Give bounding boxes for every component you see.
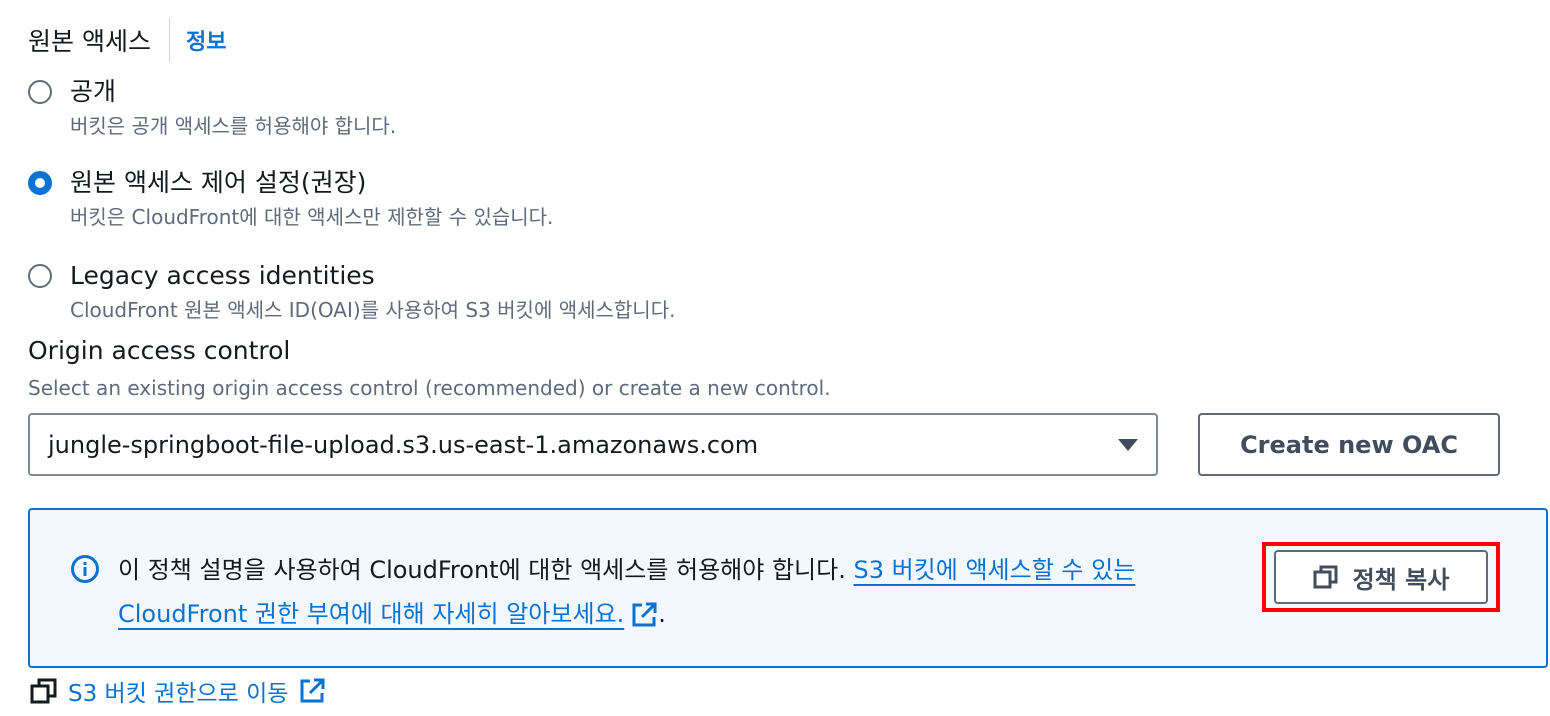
radio-button-legacy[interactable]	[28, 264, 52, 288]
radio-button-public[interactable]	[28, 80, 52, 104]
alert-trailing: .	[658, 600, 666, 628]
radio-description-oac: 버킷은 CloudFront에 대한 액세스만 제한할 수 있습니다.	[70, 205, 554, 229]
copy-icon	[30, 678, 57, 704]
origin-access-panel: 원본 액세스 정보 공개 버킷은 공개 액세스를 허용해야 합니다. 원본 액세…	[0, 0, 1550, 716]
go-to-s3-permissions-label[interactable]: S3 버킷 권한으로 이동	[68, 674, 288, 708]
alert-text: 이 정책 설명을 사용하여 CloudFront에 대한 액세스를 허용해야 합…	[118, 556, 854, 584]
radio-option-public[interactable]: 공개 버킷은 공개 액세스를 허용해야 합니다.	[28, 77, 396, 139]
radio-option-oac[interactable]: 원본 액세스 제어 설정(권장) 버킷은 CloudFront에 대한 액세스만…	[28, 168, 553, 230]
copy-icon	[1313, 565, 1338, 589]
info-icon	[71, 555, 99, 583]
copy-policy-label: 정책 복사	[1352, 565, 1450, 594]
oac-description: Select an existing origin access control…	[28, 376, 831, 400]
info-alert: 이 정책 설명을 사용하여 CloudFront에 대한 액세스를 허용해야 합…	[28, 508, 1548, 668]
info-link[interactable]: 정보	[186, 24, 226, 56]
radio-label-oac: 원본 액세스 제어 설정(권장)	[70, 168, 367, 197]
section-title: 원본 액세스	[28, 27, 151, 56]
oac-label: Origin access control	[28, 336, 291, 365]
alert-message: 이 정책 설명을 사용하여 CloudFront에 대한 액세스를 허용해야 합…	[118, 548, 1238, 636]
radio-label-public: 공개	[70, 77, 117, 106]
oac-select[interactable]: jungle-springboot-file-upload.s3.us-east…	[28, 413, 1158, 476]
section-header: 원본 액세스 정보	[28, 18, 226, 62]
radio-label-legacy: Legacy access identities	[70, 261, 375, 290]
oac-select-value: jungle-springboot-file-upload.s3.us-east…	[48, 430, 759, 459]
caret-down-icon	[1118, 438, 1138, 451]
radio-option-legacy[interactable]: Legacy access identities CloudFront 원본 액…	[28, 261, 675, 323]
external-link-icon[interactable]	[298, 677, 326, 705]
create-new-oac-button[interactable]: Create new OAC	[1198, 413, 1500, 476]
header-divider	[168, 18, 170, 62]
radio-description-legacy: CloudFront 원본 액세스 ID(OAI)를 사용하여 S3 버킷에 액…	[70, 298, 676, 322]
external-link-icon[interactable]	[630, 601, 658, 629]
go-to-s3-permissions-link[interactable]: S3 버킷 권한으로 이동	[30, 674, 326, 708]
radio-button-oac[interactable]	[28, 171, 52, 195]
radio-description-public: 버킷은 공개 액세스를 허용해야 합니다.	[70, 114, 397, 138]
copy-policy-button[interactable]: 정책 복사	[1274, 550, 1488, 604]
